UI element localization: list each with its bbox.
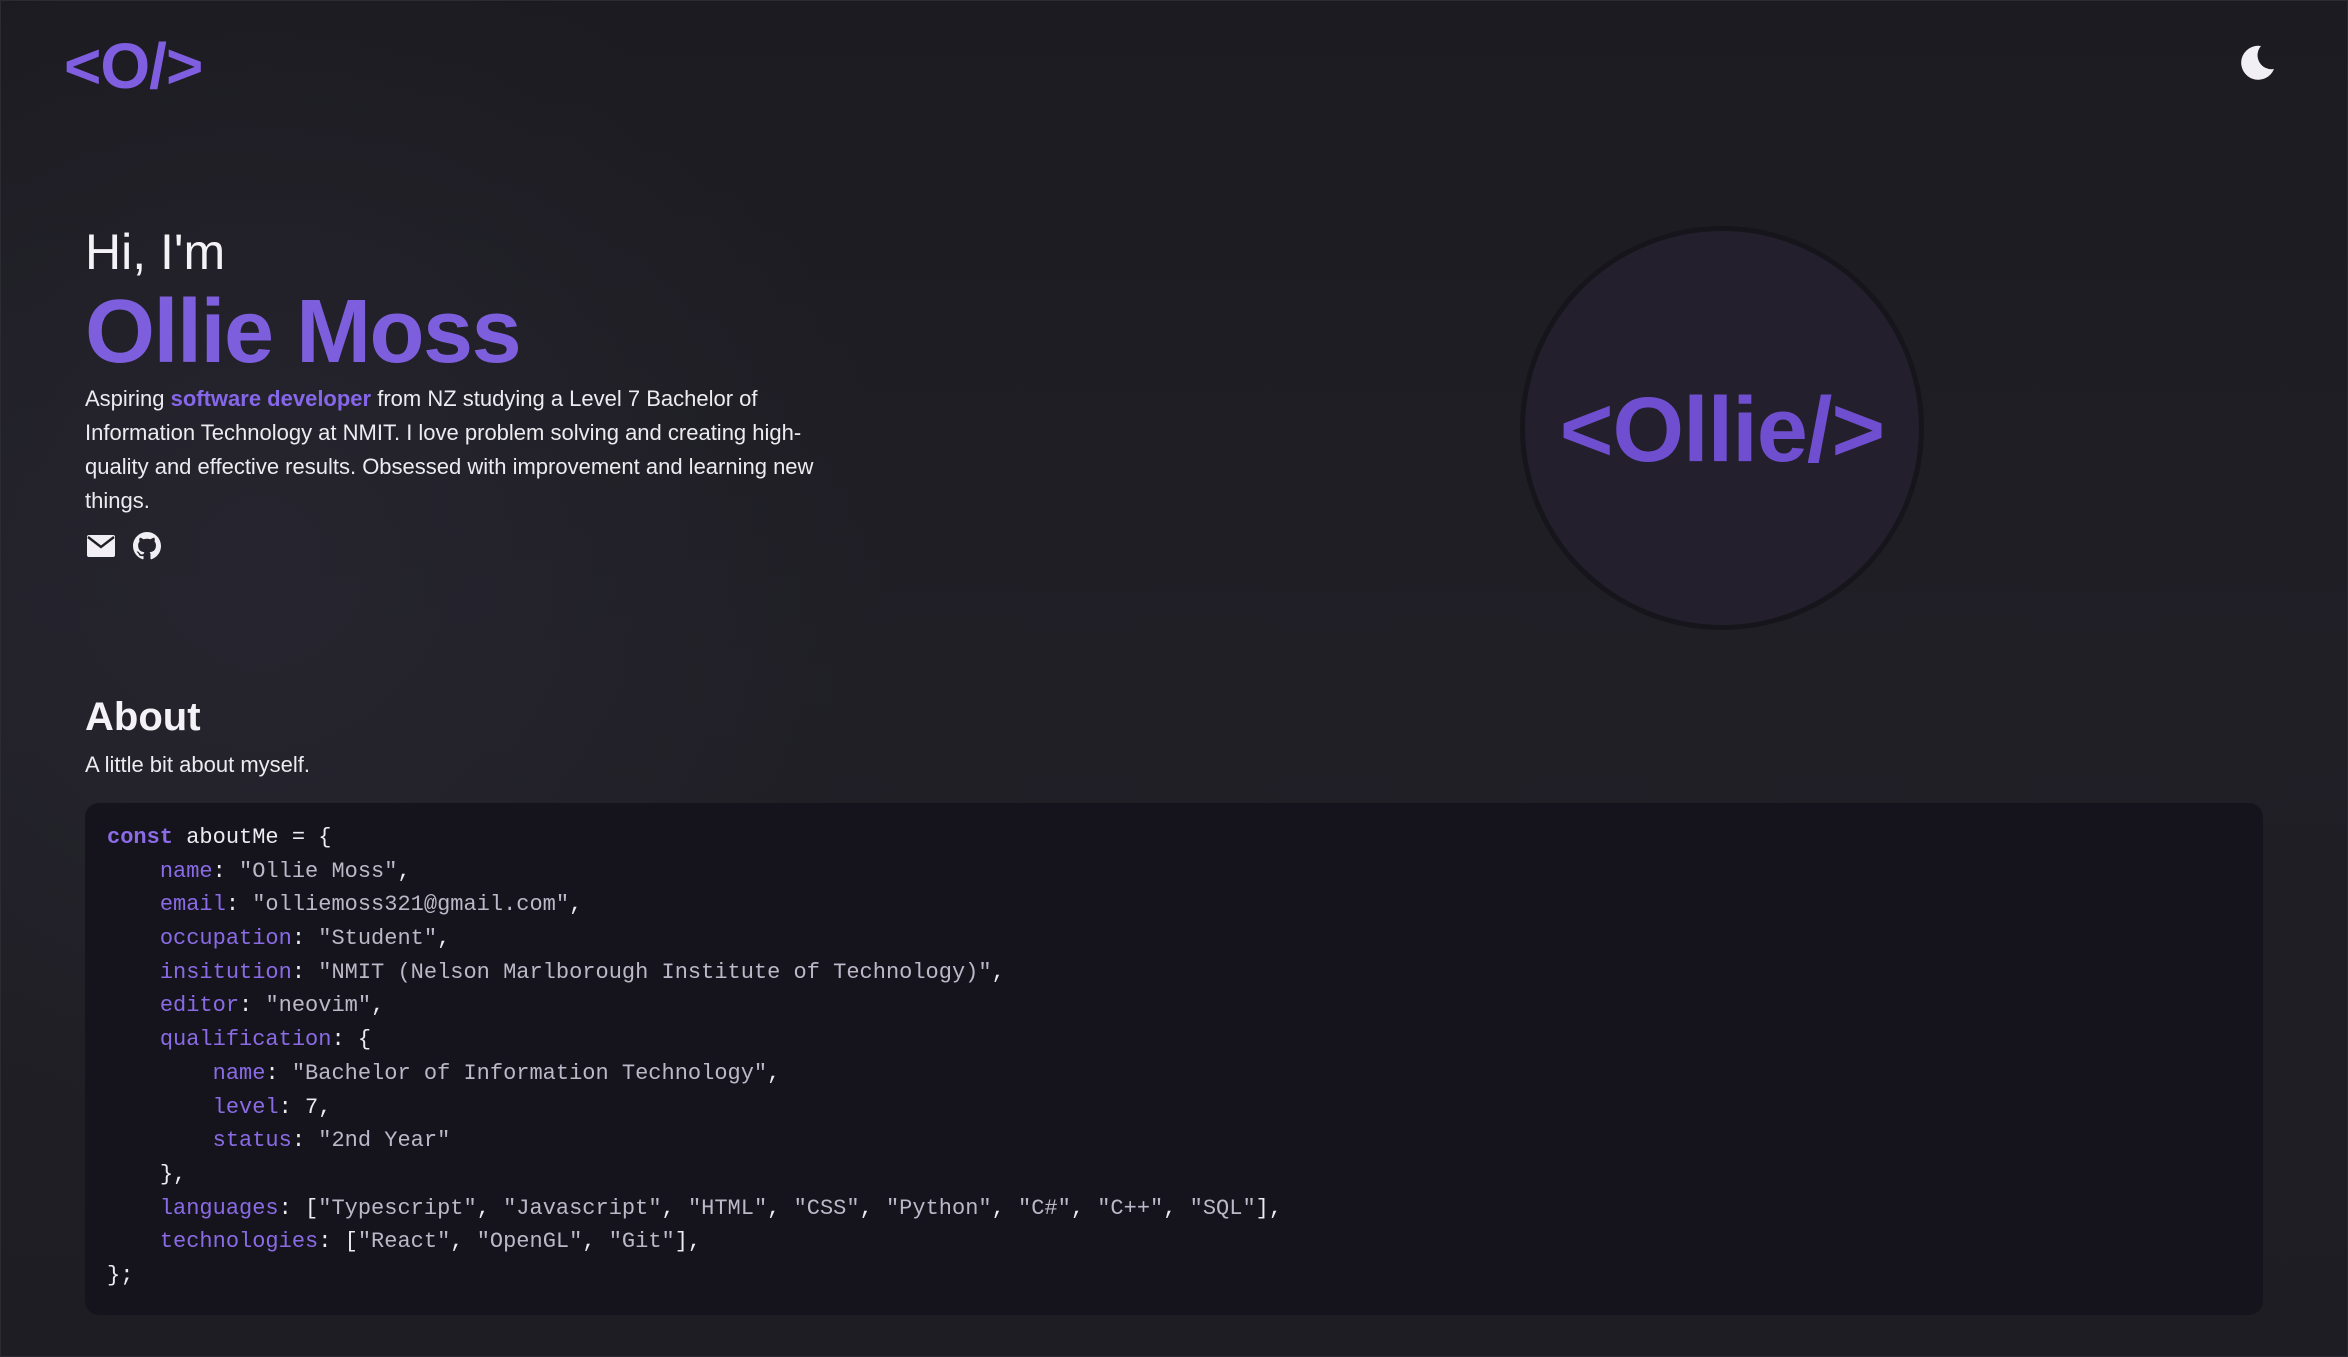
language-item: "C#" — [1018, 1195, 1071, 1221]
social-links — [85, 530, 845, 562]
code-line-qualification-status: status: "2nd Year" — [212, 1128, 451, 1154]
theme-toggle-button[interactable] — [2232, 38, 2282, 88]
avatar: <Ollie/> — [1520, 226, 1924, 630]
code-value-occupation: "Student" — [318, 926, 438, 952]
language-item: "CSS" — [793, 1195, 860, 1221]
hero-intro: Aspiring software developer from NZ stud… — [85, 382, 825, 518]
code-key: qualification — [159, 1027, 332, 1053]
code-line-editor: editor: "neovim", — [159, 993, 385, 1019]
code-key: technologies — [159, 1229, 319, 1255]
hero-greeting: Hi, I'm — [85, 224, 226, 280]
github-link[interactable] — [131, 530, 163, 562]
code-line-qualification-close: }, — [159, 1161, 187, 1187]
intro-prefix: Aspiring — [85, 386, 171, 411]
code-value-insitution: "NMIT (Nelson Marlborough Institute of T… — [318, 959, 992, 985]
code-line-qualification: qualification: { — [159, 1027, 372, 1053]
code-line-name: name: "Ollie Moss", — [159, 858, 411, 884]
site-logo[interactable]: <O/> — [64, 28, 203, 104]
language-item: "Typescript" — [318, 1195, 477, 1221]
language-item: "Javascript" — [503, 1195, 662, 1221]
technology-item: "Git" — [608, 1229, 675, 1255]
language-item: "C++" — [1097, 1195, 1164, 1221]
code-key: status — [212, 1128, 292, 1154]
code-value-languages: "Typescript", "Javascript", "HTML", "CSS… — [318, 1195, 1256, 1221]
technology-item: "OpenGL" — [476, 1229, 583, 1255]
language-item: "SQL" — [1189, 1195, 1256, 1221]
code-key: name — [212, 1060, 266, 1086]
code-key: occupation — [159, 926, 292, 952]
code-line-technologies: technologies: ["React", "OpenGL", "Git"]… — [159, 1229, 702, 1255]
technology-item: "React" — [357, 1229, 451, 1255]
code-value-editor: "neovim" — [265, 993, 372, 1019]
hero-name: Ollie Moss — [85, 282, 522, 382]
code-key: insitution — [159, 959, 292, 985]
code-value-qualification-name: "Bachelor of Information Technology" — [291, 1060, 768, 1086]
code-line-occupation: occupation: "Student", — [159, 926, 451, 952]
code-value-qualification-level: 7 — [305, 1094, 319, 1120]
code-value-name: "Ollie Moss" — [239, 858, 398, 884]
hero-section: Hi, I'm Ollie Moss Aspiring software dev… — [85, 222, 845, 562]
github-icon — [133, 532, 161, 560]
code-value-email: "olliemoss321@gmail.com" — [252, 892, 570, 918]
code-key: name — [159, 858, 213, 884]
code-value-technologies: "React", "OpenGL", "Git" — [357, 1229, 675, 1255]
code-line-qualification-level: level: 7, — [212, 1094, 332, 1120]
code-line-qualification-name: name: "Bachelor of Information Technolog… — [212, 1060, 781, 1086]
envelope-icon — [87, 535, 115, 557]
code-keyword: const — [107, 825, 174, 850]
code-line-declaration: const aboutMe = { — [107, 821, 2241, 855]
about-heading: About — [85, 695, 201, 739]
about-code-block: const aboutMe = { name: "Ollie Moss", em… — [85, 803, 2263, 1315]
moon-icon — [2241, 45, 2274, 80]
code-line-languages: languages: ["Typescript", "Javascript", … — [159, 1195, 1283, 1221]
code-declaration: aboutMe = { — [173, 825, 332, 850]
code-value-qualification-status: "2nd Year" — [318, 1128, 451, 1154]
code-closing: }; — [107, 1262, 134, 1288]
intro-highlight: software developer — [170, 386, 372, 411]
code-key: level — [212, 1094, 279, 1120]
code-line-closing: }; — [107, 1259, 2241, 1293]
code-key: languages — [159, 1195, 279, 1221]
language-item: "Python" — [885, 1195, 992, 1221]
code-key: editor — [159, 993, 240, 1019]
email-link[interactable] — [85, 530, 117, 562]
avatar-text: <Ollie/> — [1559, 378, 1885, 481]
code-line-email: email: "olliemoss321@gmail.com", — [159, 892, 583, 918]
code-key: email — [159, 892, 226, 918]
about-subtitle: A little bit about myself. — [85, 752, 310, 777]
language-item: "HTML" — [687, 1195, 768, 1221]
code-line-insitution: insitution: "NMIT (Nelson Marlborough In… — [159, 959, 1005, 985]
